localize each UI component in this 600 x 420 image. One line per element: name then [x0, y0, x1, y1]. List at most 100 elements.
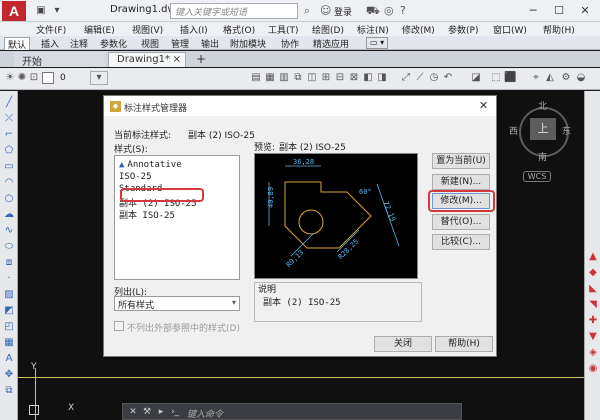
toolbar-icon-21[interactable]: ◒ [575, 72, 587, 84]
tab-drawing1[interactable]: Drawing1* × [108, 52, 186, 67]
toolbar-icon-10[interactable]: ◨ [376, 72, 388, 84]
tab-close-icon[interactable]: × [173, 54, 181, 65]
tab-default[interactable]: 默认 [4, 37, 31, 51]
tool-spline-icon[interactable]: ∿ [3, 225, 15, 237]
layer-color-swatch[interactable] [42, 72, 54, 84]
modify-icon-3[interactable]: ◣ [587, 283, 599, 295]
toolbar-icon-15[interactable]: ◪ [470, 72, 482, 84]
toolbar-icon-6[interactable]: ⊞ [320, 72, 332, 84]
tool-hatch-icon[interactable]: ▨ [3, 289, 15, 301]
tool-copy-icon[interactable]: ⧉ [3, 385, 15, 397]
toolbar-icon-14[interactable]: ↶ [442, 72, 454, 84]
tab-insert[interactable]: 插入 [38, 37, 62, 50]
list-select[interactable]: 所有样式 ▾ [114, 296, 240, 311]
menu-file[interactable]: 文件(F) [36, 23, 66, 36]
minimize-button[interactable]: ─ [522, 2, 544, 20]
viewcube-west[interactable]: 西 [509, 124, 518, 137]
tab-manage[interactable]: 管理 [168, 37, 192, 50]
modify-icon-5[interactable]: ✚ [587, 315, 599, 327]
layer-dropdown-icon[interactable]: ▾ [90, 71, 108, 85]
style-item-annotative[interactable]: ▲ Annotative [119, 160, 182, 170]
tab-start[interactable]: 开始 [14, 52, 106, 68]
dialog-close-icon[interactable]: ✕ [479, 99, 488, 112]
new-tab-button[interactable]: + [194, 52, 208, 66]
tab-addins[interactable]: 附加模块 [227, 37, 269, 50]
tool-text-icon[interactable]: A [3, 353, 15, 365]
modify-icon-2[interactable]: ◆ [587, 267, 599, 279]
command-line[interactable]: ✕ ⚒ ▸ ›_ 键入命令 [122, 403, 462, 420]
menu-help[interactable]: 帮助(H) [543, 23, 575, 36]
autocad-logo[interactable]: A [2, 1, 26, 21]
tab-annotate[interactable]: 注释 [67, 37, 91, 50]
style-item-copy-iso25[interactable]: 副本 ISO-25 [119, 208, 175, 221]
menu-insert[interactable]: 插入(I) [180, 23, 208, 36]
layer-lock-icon[interactable]: ⊡ [28, 72, 40, 84]
tool-point-icon[interactable]: · [3, 273, 15, 285]
viewcube-north[interactable]: 北 [538, 99, 547, 112]
toolbar-icon-3[interactable]: ▥ [278, 72, 290, 84]
exclude-xref-checkbox[interactable] [114, 321, 124, 331]
wcs-menu-button[interactable]: WCS [523, 171, 551, 182]
menu-format[interactable]: 格式(O) [223, 23, 255, 36]
cmd-recent-icon[interactable]: ▸ [155, 406, 167, 418]
command-input[interactable]: 键入命令 [187, 407, 223, 420]
menu-parametric[interactable]: 参数(P) [448, 23, 478, 36]
toolbar-icon-4[interactable]: ⧉ [292, 72, 304, 84]
viewcube-top-face[interactable]: 上 [530, 118, 556, 140]
modify-icon-6[interactable]: ▼ [587, 331, 599, 343]
tool-region-icon[interactable]: ◰ [3, 321, 15, 333]
toolbar-icon-17[interactable]: ⬛ [504, 72, 516, 84]
menu-dimension[interactable]: 标注(N) [357, 23, 389, 36]
toolbar-icon-5[interactable]: ◫ [306, 72, 318, 84]
help-button[interactable]: 帮助(H) [435, 336, 493, 352]
toolbar-icon-11[interactable]: ⤢ [400, 72, 412, 84]
qat-dropdown-icon[interactable]: ▾ [50, 4, 64, 18]
tool-table-icon[interactable]: ▦ [3, 337, 15, 349]
tool-block-icon[interactable]: ⧈ [3, 257, 15, 269]
cmd-close-icon[interactable]: ✕ [127, 406, 139, 418]
user-icon[interactable]: ☺ [320, 4, 331, 17]
viewcube-south[interactable]: 南 [538, 150, 547, 163]
tool-rect-icon[interactable]: ▭ [3, 161, 15, 173]
toolbar-icon-18[interactable]: ⌖ [530, 72, 542, 84]
compare-style-button[interactable]: 比较(C)... [432, 234, 490, 250]
cart-icon[interactable]: ⛟ [366, 4, 380, 19]
close-window-button[interactable]: ✕ [574, 2, 596, 20]
menu-view[interactable]: 视图(V) [132, 23, 163, 36]
help-icon[interactable]: ? [400, 4, 406, 17]
a360-icon[interactable]: ◎ [384, 4, 394, 17]
toolbar-icon-12[interactable]: ⟋ [414, 72, 426, 84]
layer-bulb-icon[interactable]: ☀ [4, 72, 16, 84]
tab-output[interactable]: 输出 [198, 37, 222, 50]
tool-move-icon[interactable]: ✥ [3, 369, 15, 381]
tool-construct-icon[interactable]: ⤫ [3, 113, 15, 125]
toolbar-icon-1[interactable]: ▤ [250, 72, 262, 84]
close-button[interactable]: 关闭 [374, 336, 432, 352]
binoculars-icon[interactable]: ⌕ [304, 4, 310, 18]
tool-revcloud-icon[interactable]: ☁ [3, 209, 15, 221]
toolbar-icon-13[interactable]: ◷ [428, 72, 440, 84]
override-style-button[interactable]: 替代(O)... [432, 214, 490, 230]
layer-name-value[interactable]: 0 [60, 73, 66, 83]
tool-arc-icon[interactable]: ◠ [3, 177, 15, 189]
cmd-wrench-icon[interactable]: ⚒ [141, 406, 153, 418]
tab-parametric[interactable]: 参数化 [97, 37, 130, 50]
modify-icon-4[interactable]: ◥ [587, 299, 599, 311]
menu-tools[interactable]: 工具(T) [268, 23, 299, 36]
tab-collaborate[interactable]: 协作 [278, 37, 302, 50]
layer-sun-icon[interactable]: ✺ [16, 72, 28, 84]
tool-line-icon[interactable]: ╱ [3, 97, 15, 109]
toolbar-icon-7[interactable]: ⊟ [334, 72, 346, 84]
toolbar-icon-16[interactable]: ⬚ [490, 72, 502, 84]
new-style-button[interactable]: 新建(N)... [432, 174, 490, 190]
menu-modify[interactable]: 修改(M) [402, 23, 435, 36]
tab-view[interactable]: 视图 [138, 37, 162, 50]
viewcube-east[interactable]: 东 [562, 124, 571, 137]
modify-icon-7[interactable]: ◈ [587, 347, 599, 359]
ribbon-toggle-icon[interactable]: ▭ ▾ [366, 37, 389, 49]
set-current-button[interactable]: 置为当前(U) [432, 153, 490, 169]
toolbar-icon-20[interactable]: ⚙ [560, 72, 572, 84]
menu-window[interactable]: 窗口(W) [493, 23, 527, 36]
toolbar-icon-2[interactable]: ▦ [264, 72, 276, 84]
tab-featured-apps[interactable]: 精选应用 [310, 37, 352, 50]
